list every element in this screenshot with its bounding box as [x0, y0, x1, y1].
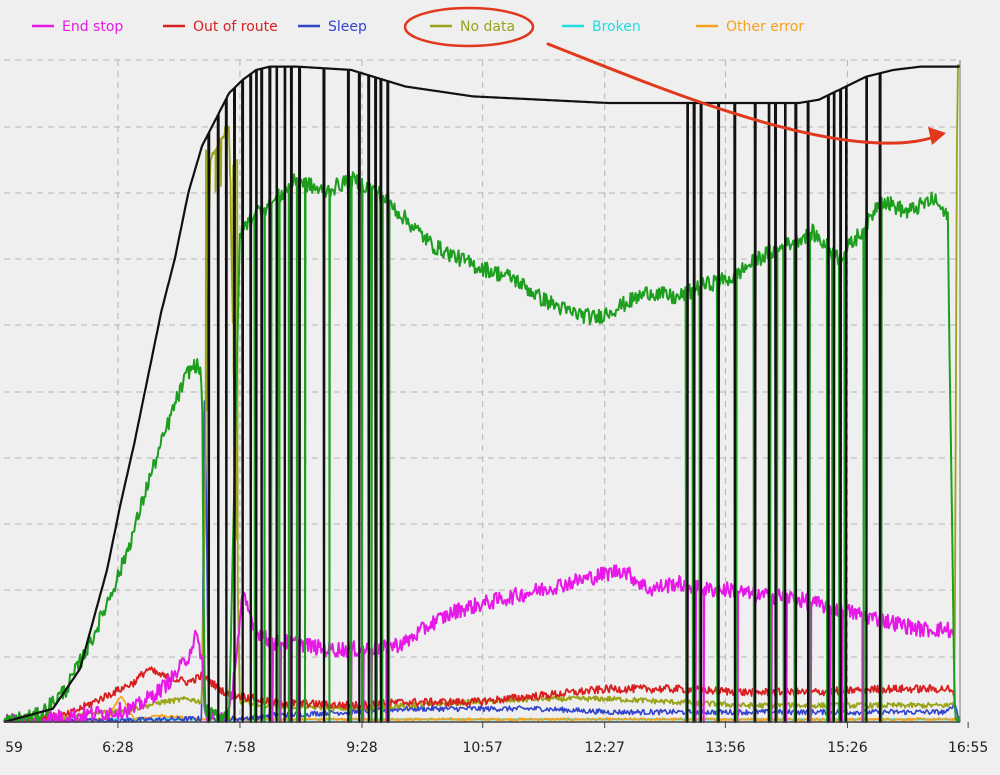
x-tick-label-7: 15:26	[827, 740, 867, 756]
x-tick-label-3: 9:28	[346, 740, 377, 756]
x-tick-label-6: 13:56	[705, 740, 745, 756]
legend-label-sleep: Sleep	[328, 19, 367, 35]
annotation-arrowhead	[928, 127, 946, 145]
x-tick-label-0: 59	[5, 740, 23, 756]
series-line-sleep	[3, 400, 961, 723]
x-tick-label-4: 10:57	[462, 740, 502, 756]
series-line-total	[3, 65, 961, 724]
grid	[4, 59, 960, 722]
x-axis-ticks: 59 6:28 7:58 9:28 10:57 12:27 13:56 15:26 16:55	[5, 722, 988, 756]
legend: End stop Out of route Sleep No data Broken Ot…	[32, 19, 804, 35]
legend-label-other-error: Other error	[726, 19, 804, 35]
legend-label-no-data: No data	[460, 19, 515, 35]
legend-label-end-stop: End stop	[62, 19, 123, 35]
x-tick-label-5: 12:27	[585, 740, 625, 756]
series-line-active	[3, 171, 961, 723]
x-tick-label-8: 16:55	[948, 740, 988, 756]
x-tick-label-1: 6:28	[102, 740, 133, 756]
x-tick-label-2: 7:58	[224, 740, 255, 756]
series-line-no-data	[4, 64, 961, 723]
chart: 59 6:28 7:58 9:28 10:57 12:27 13:56 15:26 16:55 …	[3, 6, 988, 756]
legend-label-out-of-route: Out of route	[193, 19, 278, 35]
plot-lines	[3, 64, 961, 724]
axes	[4, 60, 961, 723]
legend-label-broken: Broken	[592, 19, 641, 35]
